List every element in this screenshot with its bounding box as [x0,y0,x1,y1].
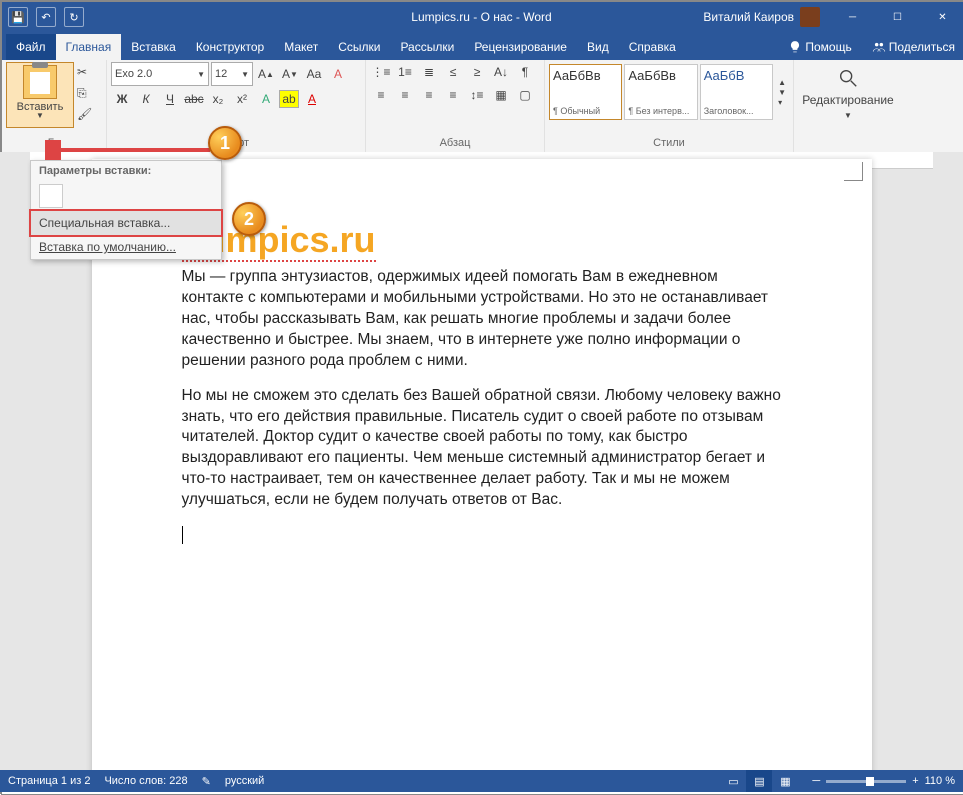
tab-view[interactable]: Вид [577,34,619,60]
clipboard-icon [39,184,63,208]
paragraph-2: Но мы не сможем это сделать без Вашей об… [182,386,782,512]
line-spacing-button[interactable]: ↕≡ [466,85,488,105]
numbering-button[interactable]: 1≡ [394,62,416,82]
style-heading1[interactable]: АаБбВ Заголовок... [700,64,773,120]
maximize-button[interactable]: ☐ [875,2,920,32]
undo-icon[interactable]: ↶ [36,7,56,27]
styles-more-button[interactable]: ▾ [778,98,786,107]
tab-home[interactable]: Главная [56,34,122,60]
superscript-button[interactable]: x² [231,89,253,109]
tab-help[interactable]: Справка [619,34,686,60]
tab-mailings[interactable]: Рассылки [390,34,464,60]
sort-button[interactable]: A↓ [490,62,512,82]
title-bar: 💾 ↶ ↻ Lumpics.ru - О нас - Word Виталий … [2,2,963,32]
tab-review[interactable]: Рецензирование [464,34,577,60]
text-effects-button[interactable]: A [255,89,277,109]
align-center-button[interactable]: ≡ [394,85,416,105]
align-left-button[interactable]: ≡ [370,85,392,105]
shading-button[interactable]: ▦ [490,85,512,105]
status-bar: Страница 1 из 2 Число слов: 228 ✎ русски… [0,770,963,792]
callout-2: 2 [232,202,266,236]
zoom-in-button[interactable]: + [912,775,918,787]
cut-icon[interactable]: ✂ [77,65,95,83]
bold-button[interactable]: Ж [111,89,133,109]
zoom-level[interactable]: 110 % [925,775,955,787]
paste-option-keep-source[interactable] [31,181,221,211]
zoom-out-button[interactable]: ─ [812,775,820,787]
redo-icon[interactable]: ↻ [64,7,84,27]
heading-text: Lumpics.ru [182,219,782,261]
tab-file[interactable]: Файл [6,34,56,60]
format-painter-icon[interactable]: 🖌 [77,107,95,125]
styles-down-button[interactable]: ▼ [778,88,786,97]
paste-options-header: Параметры вставки: [31,161,221,181]
proofing-icon[interactable]: ✎ [202,775,211,788]
paste-icon [23,65,57,99]
styles-group-label: Стили [549,135,789,152]
zoom-slider[interactable] [826,780,906,783]
minimize-button[interactable]: ─ [830,2,875,32]
paragraph-1: Мы — группа энтузиастов, одержимых идеей… [182,267,782,372]
annotation-arrow-icon [45,140,215,160]
font-color-button[interactable]: A [301,89,323,109]
font-size-combo[interactable]: 12▼ [211,62,253,86]
text-cursor [182,525,782,546]
bullets-button[interactable]: ⋮≡ [370,62,392,82]
print-layout-button[interactable]: ▤ [746,770,772,792]
show-marks-button[interactable]: ¶ [514,62,536,82]
tab-design[interactable]: Конструктор [186,34,274,60]
language-indicator[interactable]: русский [225,775,264,787]
borders-button[interactable]: ▢ [514,85,536,105]
style-no-spacing[interactable]: АаБбВв ¶ Без интерв... [624,64,697,120]
tell-me-button[interactable]: Помощь [778,34,861,60]
ribbon-tabs: Файл Главная Вставка Конструктор Макет С… [2,32,963,60]
word-count[interactable]: Число слов: 228 [104,775,187,787]
user-name: Виталий Каиров [703,10,794,24]
subscript-button[interactable]: x₂ [207,89,229,109]
close-button[interactable]: ✕ [920,2,963,32]
paste-special-item[interactable]: Специальная вставка... [29,209,223,237]
web-layout-button[interactable]: ▦ [772,770,798,792]
style-normal[interactable]: АаБбВв ¶ Обычный [549,64,622,120]
outdent-button[interactable]: ≤ [442,62,464,82]
page-indicator[interactable]: Страница 1 из 2 [8,775,90,787]
font-name-combo[interactable]: Exo 2.0▼ [111,62,209,86]
paste-button[interactable]: Вставить ▼ [6,62,74,128]
share-button[interactable]: Поделиться [862,34,963,60]
editing-button[interactable]: Редактирование ▼ [798,62,898,120]
tab-layout[interactable]: Макет [274,34,328,60]
user-area[interactable]: Виталий Каиров [703,7,820,27]
highlight-button[interactable]: ab [279,90,299,108]
paragraph-group-label: Абзац [370,135,540,152]
grow-font-button[interactable]: A▲ [255,64,277,84]
strike-button[interactable]: abc [183,89,205,109]
styles-up-button[interactable]: ▲ [778,78,786,87]
shrink-font-button[interactable]: A▼ [279,64,301,84]
copy-icon[interactable]: ⎘ [77,86,95,104]
multilevel-button[interactable]: ≣ [418,62,440,82]
read-mode-button[interactable]: ▭ [720,770,746,792]
indent-button[interactable]: ≥ [466,62,488,82]
avatar [800,7,820,27]
tab-references[interactable]: Ссылки [328,34,390,60]
chevron-down-icon: ▼ [844,111,852,120]
clear-format-button[interactable]: A [327,64,349,84]
align-right-button[interactable]: ≡ [418,85,440,105]
callout-1: 1 [208,126,242,160]
tab-insert[interactable]: Вставка [121,34,186,60]
paste-dropdown-menu: Параметры вставки: Специальная вставка..… [30,160,222,260]
paste-default-item[interactable]: Вставка по умолчанию... [31,235,221,259]
search-icon [836,67,860,89]
underline-button[interactable]: Ч [159,89,181,109]
page-corner-icon [844,162,863,181]
justify-button[interactable]: ≡ [442,85,464,105]
italic-button[interactable]: К [135,89,157,109]
save-icon[interactable]: 💾 [8,7,28,27]
change-case-button[interactable]: Aa [303,64,325,84]
chevron-down-icon: ▼ [36,111,44,120]
